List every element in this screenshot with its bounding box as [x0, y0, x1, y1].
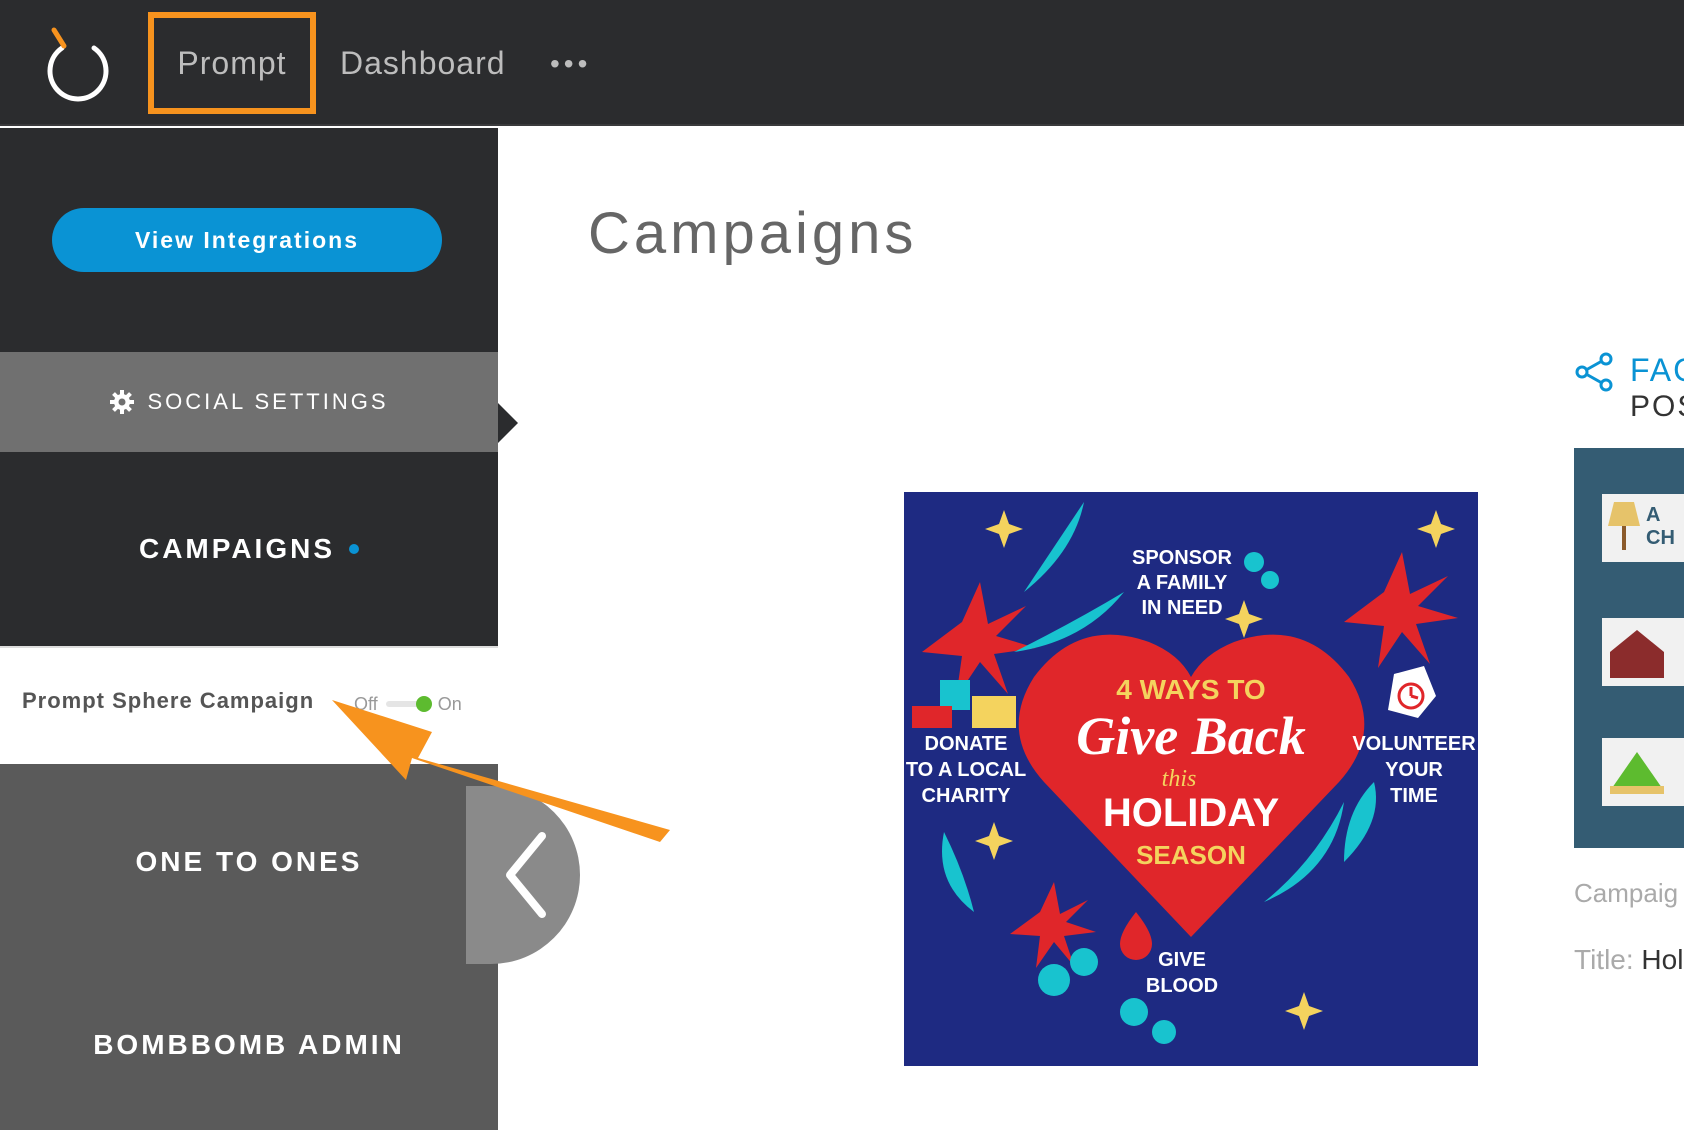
nav-dashboard-link[interactable]: Dashboard: [340, 40, 506, 86]
poster-headline-4: HOLIDAY: [1103, 791, 1280, 835]
page-title: Campaigns: [588, 201, 918, 266]
annotation-arrow: [332, 700, 670, 842]
poster-top-text-2: A FAMILY: [1137, 572, 1228, 594]
thumb-tile: A CH: [1602, 494, 1684, 562]
poster-headline-1: 4 WAYS TO: [1116, 674, 1265, 705]
poster-top-text-3: IN NEED: [1141, 597, 1222, 619]
card-title-value: Hol: [1641, 944, 1684, 975]
lamp-icon: [1608, 502, 1640, 550]
thumb-tile: [1602, 618, 1684, 686]
poster-top-text-1: SPONSOR: [1132, 547, 1233, 569]
poster-bottom-text-2: BLOOD: [1146, 975, 1218, 997]
top-navigation-bar: Prompt Dashboard •••: [0, 0, 1684, 126]
card-post-label: POS: [1630, 390, 1684, 423]
nav-prompt-link[interactable]: Prompt: [148, 12, 316, 114]
poster-headline-5: SEASON: [1136, 840, 1246, 870]
card-campaign-label: Campaig: [1574, 878, 1679, 908]
house-icon: [1610, 630, 1664, 678]
card-title-label: Title:: [1574, 944, 1634, 975]
campaigns-label: CAMPAIGNS: [138, 533, 336, 564]
social-settings-label: SOCIAL SETTINGS: [147, 389, 389, 414]
campaign-thumbnail-partial[interactable]: A CH: [1574, 448, 1684, 848]
prompt-logo-icon[interactable]: [36, 24, 120, 108]
poster-headline-3: this: [1162, 766, 1197, 792]
poster-bottom-text-1: GIVE: [1158, 949, 1206, 971]
nav-more-menu[interactable]: •••: [550, 48, 591, 79]
thumb-tile: [1602, 738, 1684, 806]
thumb-text: A CH: [1646, 504, 1675, 549]
poster-right-text-1: VOLUNTEER: [1352, 733, 1476, 755]
card-title-row: Title: Hol: [1574, 944, 1683, 976]
sidebar: View Integrations SOCIAL SETTINGS CAMPAI…: [0, 128, 498, 1130]
poster-headline-2: Give Back: [1076, 706, 1305, 766]
bombbomb-admin-label: BOMBBOMB ADMIN: [93, 1029, 405, 1060]
active-dot: [349, 544, 360, 554]
campaign-name: Prompt Sphere Campaign: [22, 688, 315, 713]
social-settings-item[interactable]: SOCIAL SETTINGS: [0, 352, 498, 452]
gear-icon: [110, 390, 135, 414]
bombbomb-admin-item[interactable]: BOMBBOMB ADMIN: [0, 960, 498, 1130]
view-integrations-button[interactable]: View Integrations: [52, 208, 442, 272]
share-icon[interactable]: [1574, 352, 1614, 392]
poster-right-text-3: TIME: [1390, 785, 1438, 807]
poster-right-text-2: YOUR: [1385, 759, 1443, 781]
active-pointer: [498, 403, 518, 443]
campaigns-item[interactable]: CAMPAIGNS: [0, 452, 498, 646]
hat-icon: [1610, 752, 1664, 794]
card-network-label[interactable]: FAC: [1630, 352, 1684, 389]
